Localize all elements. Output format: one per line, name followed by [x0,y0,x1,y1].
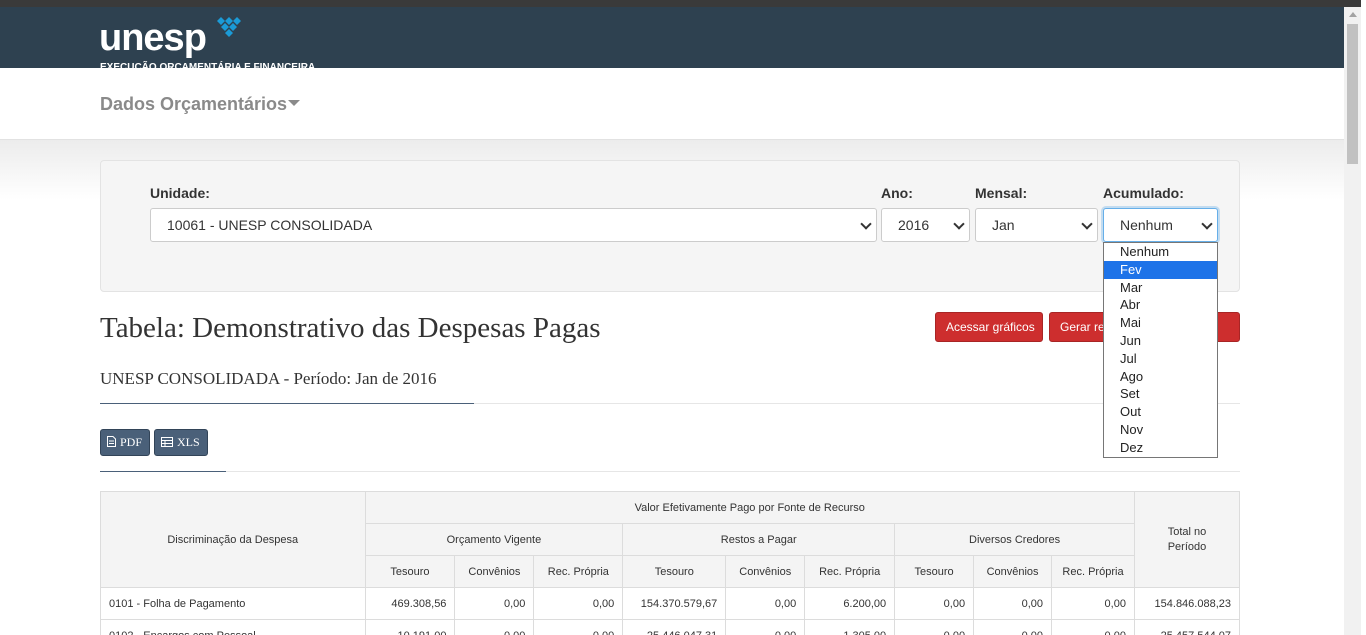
acessar-graficos-button[interactable]: Acessar gráficos [935,312,1043,342]
scroll-up-arrow-icon[interactable] [1349,12,1357,17]
dropdown-option[interactable]: Mai [1104,314,1217,332]
period-subtitle: UNESP CONSOLIDADA - Período: Jan de 2016 [100,369,437,389]
subcol-header: Tesouro [622,555,727,588]
dropdown-option-highlighted[interactable]: Fev [1104,260,1217,279]
acumulado-select[interactable]: Nenhum [1103,208,1218,242]
cell: 6.200,00 [804,587,896,620]
acumulado-select-value: Nenhum [1120,217,1173,233]
dropdown-option[interactable]: Mar [1104,279,1217,297]
dropdown-option[interactable]: Jun [1104,332,1217,350]
dropdown-option[interactable]: Ago [1104,368,1217,386]
scrollbar-thumb[interactable] [1347,24,1358,164]
unidade-label: Unidade: [150,185,210,201]
cell: 10.191,00 [364,619,456,635]
dados-orcamentarios-menu[interactable]: Dados Orçamentários [100,94,287,115]
subcol-header: Tesouro [894,555,975,588]
row-desc: 0102 - Encargos com Pessoal [100,619,366,635]
cell: 0,00 [454,619,535,635]
chevron-down-icon [860,218,872,230]
site-header: unesp EXECUÇÃO ORÇAMENTÁRIA E FINANCEIRA [0,7,1344,73]
window-edge [1361,0,1366,635]
cell: 0,00 [973,587,1053,620]
cell: 0,00 [454,587,535,620]
mensal-select[interactable]: Jan [975,208,1098,242]
export-xls-label: XLS [177,435,200,449]
valor-pago-header: Valor Efetivamente Pago por Fonte de Rec… [364,491,1135,524]
discriminacao-header: Discriminação da Despesa [100,491,366,588]
row-desc: 0101 - Folha de Pagamento [100,587,366,620]
orcamento-vigente-header: Orçamento Vigente [364,523,624,556]
dropdown-option[interactable]: Nenhum [1104,243,1217,261]
diversos-credores-header: Diversos Credores [894,523,1135,556]
cell: 154.370.579,67 [622,587,727,620]
ano-label: Ano: [881,185,913,201]
row-total: 154.846.088,23 [1133,587,1241,620]
cell: 469.308,56 [364,587,456,620]
caret-down-icon[interactable] [288,100,300,106]
dropdown-option[interactable]: Set [1104,385,1217,403]
cell: 25.446.047,31 [622,619,727,635]
subcol-header: Convênios [725,555,806,588]
dropdown-option[interactable]: Abr [1104,296,1217,314]
subcol-header: Tesouro [364,555,456,588]
dropdown-option[interactable]: Jul [1104,350,1217,368]
table-row: 0102 - Encargos com Pessoal 10.191,00 0,… [100,619,1241,635]
cell: 0,00 [894,587,975,620]
dropdown-option[interactable]: Nov [1104,421,1217,439]
export-pdf-button[interactable]: PDF [100,429,150,456]
navbar: Dados Orçamentários [0,68,1344,140]
divider [100,471,1240,472]
acumulado-dropdown-list[interactable]: Nenhum Fev Mar Abr Mai Jun Jul Ago Set O… [1103,242,1218,458]
file-pdf-icon [107,436,116,447]
despesas-table: Discriminação da Despesa Valor Efetivame… [100,491,1241,635]
dropdown-option[interactable]: Out [1104,403,1217,421]
cell: 0,00 [894,619,975,635]
unesp-logo[interactable]: unesp [99,19,207,57]
unidade-select-value: 10061 - UNESP CONSOLIDADA [167,217,373,233]
dropdown-option[interactable]: Dez [1104,439,1217,457]
total-header: Total no Período [1133,491,1241,588]
ano-select-value: 2016 [898,217,930,233]
unesp-diamond-logo-icon [217,17,241,37]
divider-accent [100,471,226,472]
page-title: Tabela: Demonstrativo das Despesas Pagas [100,312,601,344]
cell: 0,00 [725,619,806,635]
cell: 0,00 [1051,619,1135,635]
cell: 0,00 [533,587,624,620]
export-xls-button[interactable]: XLS [154,429,208,456]
subtitle-period: - Período: Jan de 2016 [279,369,437,388]
unidade-select[interactable]: 10061 - UNESP CONSOLIDADA [150,208,877,242]
cell: 0,00 [725,587,806,620]
chevron-down-icon [953,218,965,230]
mensal-select-value: Jan [992,217,1015,233]
subtitle-unit: UNESP CONSOLIDADA [100,369,280,388]
acumulado-label: Acumulado: [1103,185,1184,201]
export-pdf-label: PDF [120,435,143,449]
subcol-header: Rec. Própria [533,555,624,588]
subcol-header: Convênios [454,555,535,588]
cell: 0,00 [1051,587,1135,620]
browser-top-edge [0,0,1366,7]
subcol-header: Convênios [973,555,1053,588]
chevron-down-icon [1201,218,1213,230]
divider-accent [100,403,474,404]
spreadsheet-icon [161,437,173,447]
ano-select[interactable]: 2016 [881,208,970,242]
cell: 1.305,00 [804,619,896,635]
table-row: 0101 - Folha de Pagamento 469.308,56 0,0… [100,587,1241,620]
cell: 0,00 [973,619,1053,635]
row-total: 25.457.544,07 [1133,619,1241,635]
cell: 0,00 [533,619,624,635]
mensal-label: Mensal: [975,185,1028,201]
chevron-down-icon [1081,218,1093,230]
subcol-header: Rec. Própria [804,555,896,588]
restos-a-pagar-header: Restos a Pagar [622,523,896,556]
subcol-header: Rec. Própria [1051,555,1135,588]
